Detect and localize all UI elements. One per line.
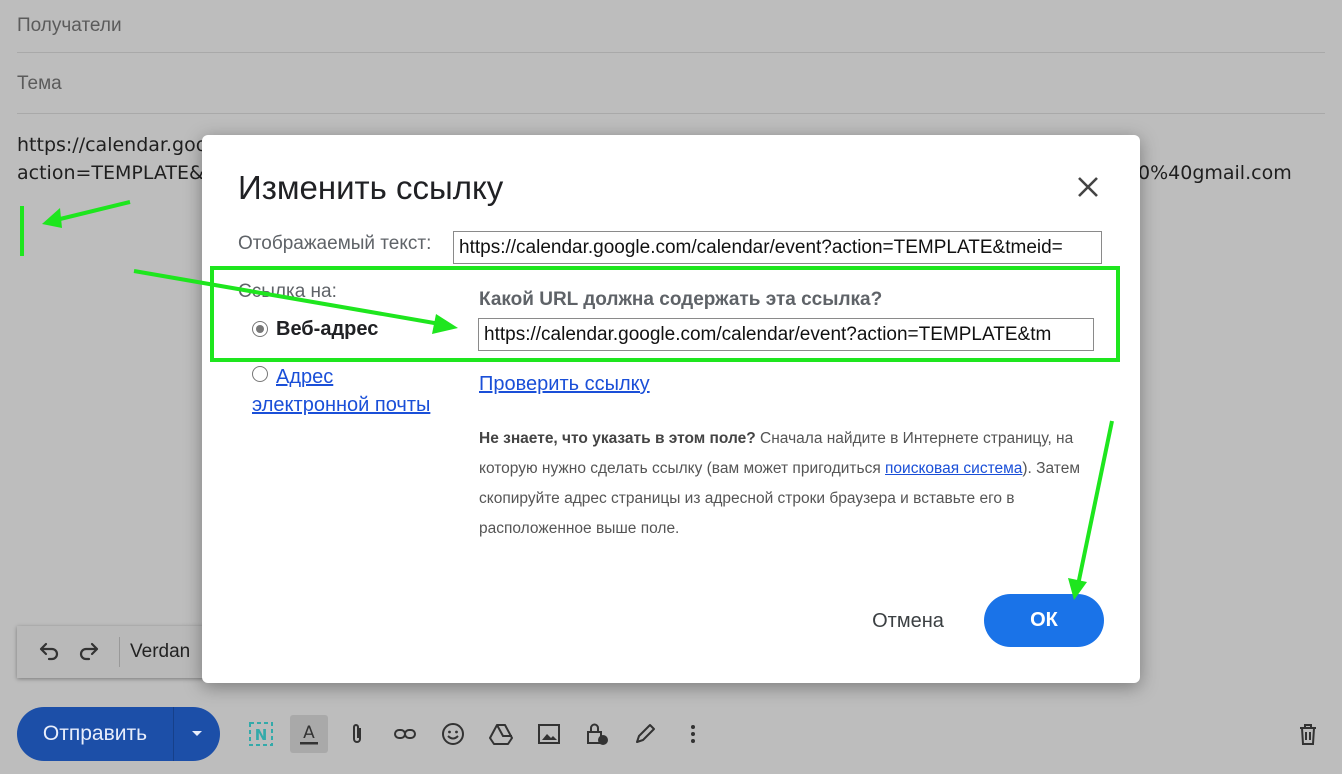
font-selector[interactable]: Verdan (130, 641, 190, 663)
compose-action-bar: Отправить N A (17, 706, 1327, 762)
chevron-down-icon (192, 731, 202, 736)
body-text-line[interactable]: https://calendar.goo (17, 134, 207, 156)
subject-placeholder: Тема (17, 73, 62, 94)
edit-link-dialog: Изменить ссылку Отображаемый текст: http… (202, 135, 1140, 683)
subject-field[interactable]: Тема (17, 55, 1325, 114)
body-text-line[interactable]: 0%40gmail.com (1138, 162, 1292, 184)
test-link[interactable]: Проверить ссылку (479, 373, 650, 396)
display-text-label: Отображаемый текст: (238, 233, 432, 254)
recipients-placeholder: Получатели (17, 15, 122, 36)
search-engine-link[interactable]: поисковая система (885, 460, 1022, 477)
send-button[interactable]: Отправить (17, 707, 173, 761)
confidential-mode-icon[interactable] (578, 715, 616, 753)
url-question-label: Какой URL должна содержать эта ссылка? (479, 289, 883, 310)
close-button[interactable] (1072, 171, 1104, 203)
ok-button[interactable]: ОК (984, 594, 1104, 647)
svg-text:A: A (303, 723, 315, 743)
web-address-option[interactable]: Веб-адрес (252, 318, 378, 341)
dialog-title: Изменить ссылку (238, 169, 504, 206)
trash-icon[interactable] (1289, 715, 1327, 753)
send-options-button[interactable] (173, 707, 220, 761)
email-address-option[interactable]: Адрес электронной почты (252, 363, 452, 419)
drive-icon[interactable] (482, 715, 520, 753)
url-input[interactable]: https://calendar.google.com/calendar/eve… (478, 318, 1094, 351)
arrow-cursor (55, 200, 131, 222)
web-address-label: Веб-адрес (276, 318, 379, 340)
attach-icon[interactable] (338, 715, 376, 753)
email-address-link[interactable]: Адрес электронной почты (252, 363, 430, 419)
cancel-button[interactable]: Отмена (854, 595, 962, 647)
emoji-icon[interactable] (434, 715, 472, 753)
text-format-icon[interactable]: A (290, 715, 328, 753)
body-text-line[interactable]: action=TEMPLATE& (17, 162, 204, 184)
help-text: Не знаете, что указать в этом поле? Снач… (479, 430, 1081, 537)
link-icon[interactable] (386, 715, 424, 753)
web-address-radio[interactable] (252, 321, 268, 337)
arrow-cursor-head (42, 208, 62, 228)
email-address-radio[interactable] (252, 366, 268, 382)
close-icon (1078, 177, 1098, 197)
send-button-group: Отправить (17, 707, 220, 761)
display-text-input[interactable]: https://calendar.google.com/calendar/eve… (453, 231, 1102, 264)
signature-icon[interactable] (626, 715, 664, 753)
ai-assist-icon[interactable]: N (242, 715, 280, 753)
redo-icon[interactable] (69, 632, 109, 672)
undo-icon[interactable] (29, 632, 69, 672)
more-options-icon[interactable] (674, 715, 712, 753)
insert-photo-icon[interactable] (530, 715, 568, 753)
toolbar-divider (119, 637, 120, 667)
svg-text:N: N (255, 726, 268, 744)
link-to-label: Ссылка на: (238, 281, 337, 302)
recipients-field[interactable]: Получатели (17, 0, 1325, 53)
